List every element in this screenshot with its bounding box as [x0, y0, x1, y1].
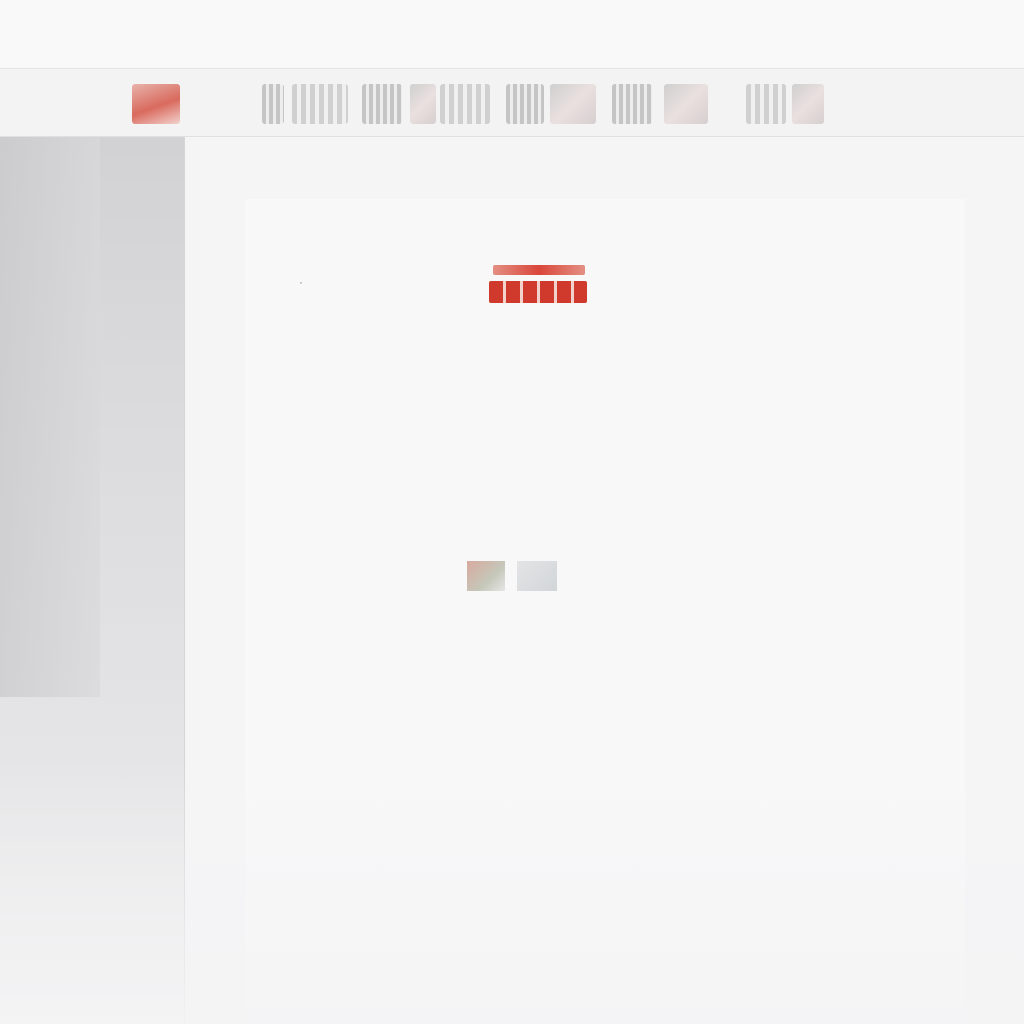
home-icon[interactable] [132, 84, 180, 124]
logo-mark-bottom [489, 281, 587, 303]
bullet-marker: · [299, 275, 303, 289]
pagination [425, 559, 585, 593]
toolbar [0, 70, 1024, 137]
brand-logo [489, 265, 587, 307]
sidebar-panel [0, 137, 100, 697]
document-area: · [185, 137, 1024, 1024]
tool-icon-9[interactable] [664, 84, 708, 124]
previous-button[interactable] [467, 561, 505, 591]
tool-icon-4[interactable] [410, 84, 436, 124]
tool-icon-11[interactable] [792, 84, 824, 124]
tool-icon-10[interactable] [746, 84, 786, 124]
logo-mark-top [493, 265, 585, 275]
document-page: · [245, 199, 965, 1024]
tool-icon-2[interactable] [292, 84, 348, 124]
sidebar [0, 137, 185, 1024]
tool-icon-8[interactable] [612, 84, 652, 124]
title-bar [0, 0, 1024, 69]
tool-icon-3[interactable] [362, 84, 402, 124]
tool-icon-7[interactable] [550, 84, 596, 124]
tool-icon-6[interactable] [506, 84, 544, 124]
app-window: · [0, 0, 1024, 1024]
tool-icon-1[interactable] [262, 84, 284, 124]
tool-icon-5[interactable] [440, 84, 490, 124]
next-button[interactable] [517, 561, 557, 591]
